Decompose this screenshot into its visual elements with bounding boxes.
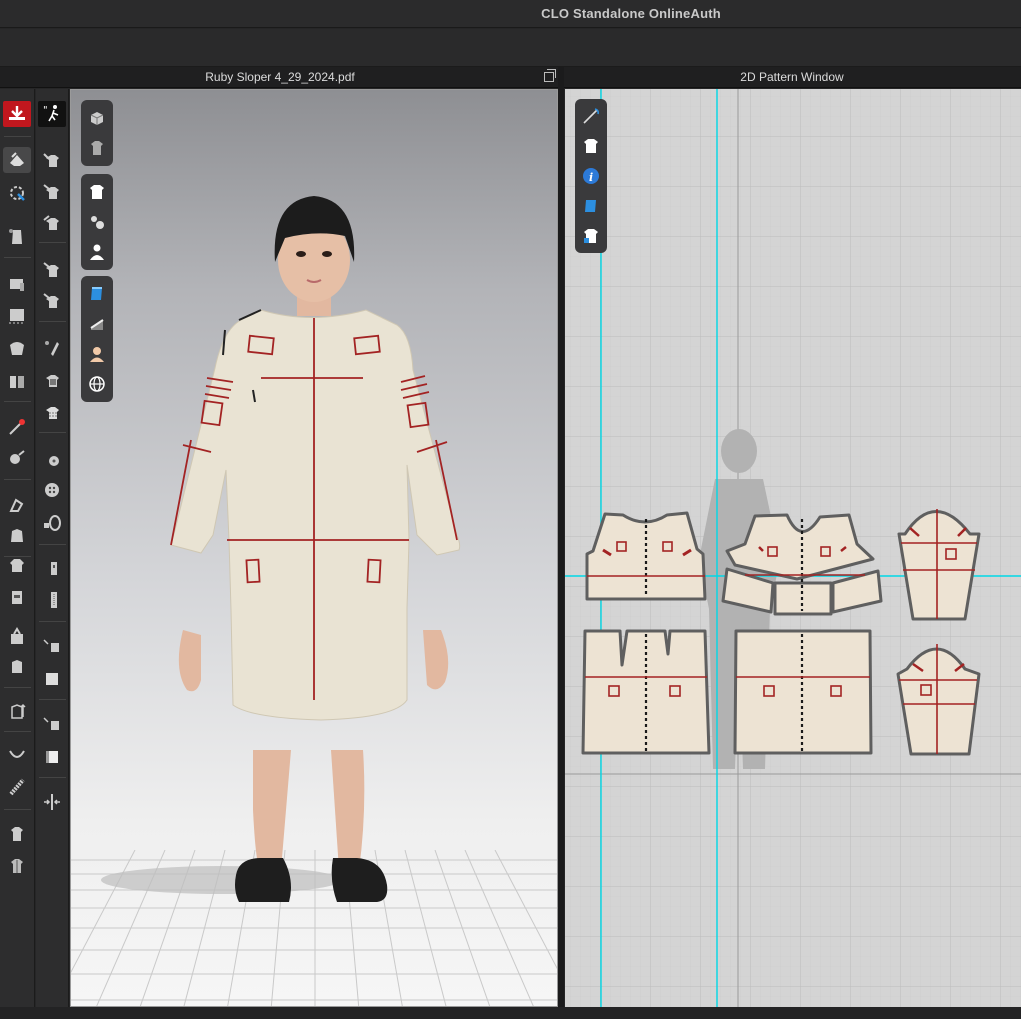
title-bar: CLO Standalone OnlineAuth bbox=[0, 0, 1021, 28]
panel-header-3d: Ruby Sloper 4_29_2024.pdf bbox=[0, 67, 560, 88]
box-view-icon[interactable] bbox=[81, 103, 113, 133]
avatar-measure-icon[interactable] bbox=[3, 699, 31, 725]
topstitch-icon[interactable] bbox=[3, 302, 31, 328]
window-title: CLO Standalone OnlineAuth bbox=[541, 6, 721, 21]
clo-app-window: CLO Standalone OnlineAuth Ruby Sloper 4_… bbox=[0, 0, 1021, 1019]
shirt-icon[interactable] bbox=[81, 177, 113, 207]
simulation-icon[interactable] bbox=[3, 101, 31, 127]
sewing-machine-icon[interactable] bbox=[3, 271, 31, 297]
menu-bar bbox=[0, 29, 1021, 67]
bottom-bar bbox=[0, 1007, 1021, 1019]
fold-arrangement-icon[interactable] bbox=[3, 180, 31, 206]
measure-icon[interactable] bbox=[3, 654, 31, 680]
svg-text:i: i bbox=[589, 171, 593, 184]
info-icon[interactable]: i bbox=[575, 161, 607, 191]
svg-text:": " bbox=[43, 105, 48, 116]
buttonhole-lock-icon[interactable] bbox=[38, 509, 66, 535]
transform-icon[interactable] bbox=[38, 210, 66, 236]
pattern-lock-icon[interactable] bbox=[575, 221, 607, 251]
viewport-2d[interactable]: i bbox=[565, 89, 1021, 1007]
shirt-icon[interactable] bbox=[575, 131, 607, 161]
shirt-tool-icon[interactable] bbox=[3, 821, 31, 847]
trim-icon[interactable] bbox=[38, 666, 66, 692]
zip-icon[interactable] bbox=[38, 446, 66, 472]
pattern-front-skirt bbox=[581, 629, 711, 755]
avatar-with-dress[interactable] bbox=[161, 190, 471, 920]
view-toolbar-group-2 bbox=[81, 174, 113, 270]
zipper-pull-icon[interactable] bbox=[38, 587, 66, 613]
garment-icon[interactable] bbox=[3, 523, 31, 549]
garment-view-icon[interactable] bbox=[81, 133, 113, 163]
accessories-icon[interactable] bbox=[81, 207, 113, 237]
shirt-fold-icon[interactable] bbox=[3, 853, 31, 879]
brush-icon[interactable] bbox=[38, 257, 66, 283]
arrangement-point-icon[interactable] bbox=[3, 223, 31, 249]
rectangle-icon[interactable] bbox=[38, 634, 66, 660]
zipper-icon[interactable] bbox=[3, 492, 31, 518]
select-move-icon[interactable] bbox=[3, 147, 31, 173]
left-shoe bbox=[235, 858, 291, 902]
skin-icon[interactable] bbox=[81, 339, 113, 369]
edit-texture-icon[interactable] bbox=[38, 179, 66, 205]
shading-icon[interactable] bbox=[81, 309, 113, 339]
button-icon[interactable] bbox=[3, 584, 31, 610]
pattern-canvas[interactable] bbox=[565, 89, 1021, 1007]
ruler-icon[interactable] bbox=[3, 624, 31, 650]
select-mesh-icon[interactable] bbox=[38, 147, 66, 173]
pin-icon[interactable] bbox=[3, 414, 31, 440]
button-tool-icon[interactable] bbox=[38, 477, 66, 503]
zipper-tool-icon[interactable] bbox=[38, 555, 66, 581]
toolbar-column-1 bbox=[0, 89, 35, 1019]
view-toolbar-group-1 bbox=[81, 100, 113, 166]
viewport-3d[interactable] bbox=[70, 89, 558, 1007]
toolbar-column-2: " bbox=[36, 89, 69, 1019]
puckering-icon[interactable] bbox=[3, 335, 31, 361]
pattern-back-skirt bbox=[733, 629, 873, 755]
needle-icon[interactable] bbox=[575, 101, 607, 131]
hanger-icon[interactable] bbox=[3, 741, 31, 767]
fabric-icon[interactable] bbox=[38, 712, 66, 738]
panel-title-2d: 2D Pattern Window bbox=[740, 70, 844, 84]
globe-icon[interactable] bbox=[81, 369, 113, 399]
garment-fit-icon[interactable] bbox=[3, 774, 31, 800]
dress-3d bbox=[170, 309, 461, 721]
piping-icon[interactable] bbox=[3, 552, 31, 578]
shader-icon[interactable] bbox=[38, 335, 66, 361]
view-toolbar-group-3 bbox=[81, 276, 113, 402]
tack-icon[interactable] bbox=[3, 445, 31, 471]
pattern-toolbar: i bbox=[575, 99, 607, 253]
fabric-icon[interactable] bbox=[575, 191, 607, 221]
panel-header-2d: 2D Pattern Window bbox=[563, 67, 1021, 88]
panel-splitter[interactable] bbox=[558, 67, 564, 1019]
fill-icon[interactable] bbox=[38, 744, 66, 770]
walk-icon[interactable]: " bbox=[38, 101, 66, 127]
avatar-icon[interactable] bbox=[81, 237, 113, 267]
panel-title-3d: Ruby Sloper 4_29_2024.pdf bbox=[205, 70, 355, 84]
button-add-icon[interactable] bbox=[38, 367, 66, 393]
restore-window-icon[interactable] bbox=[544, 69, 556, 82]
texture-icon[interactable] bbox=[38, 288, 66, 314]
right-shoe bbox=[331, 858, 388, 902]
mirror-icon[interactable] bbox=[38, 789, 66, 815]
fold-icon[interactable] bbox=[3, 368, 31, 394]
buttonhole-icon[interactable] bbox=[38, 399, 66, 425]
fabric-texture-icon[interactable] bbox=[81, 279, 113, 309]
